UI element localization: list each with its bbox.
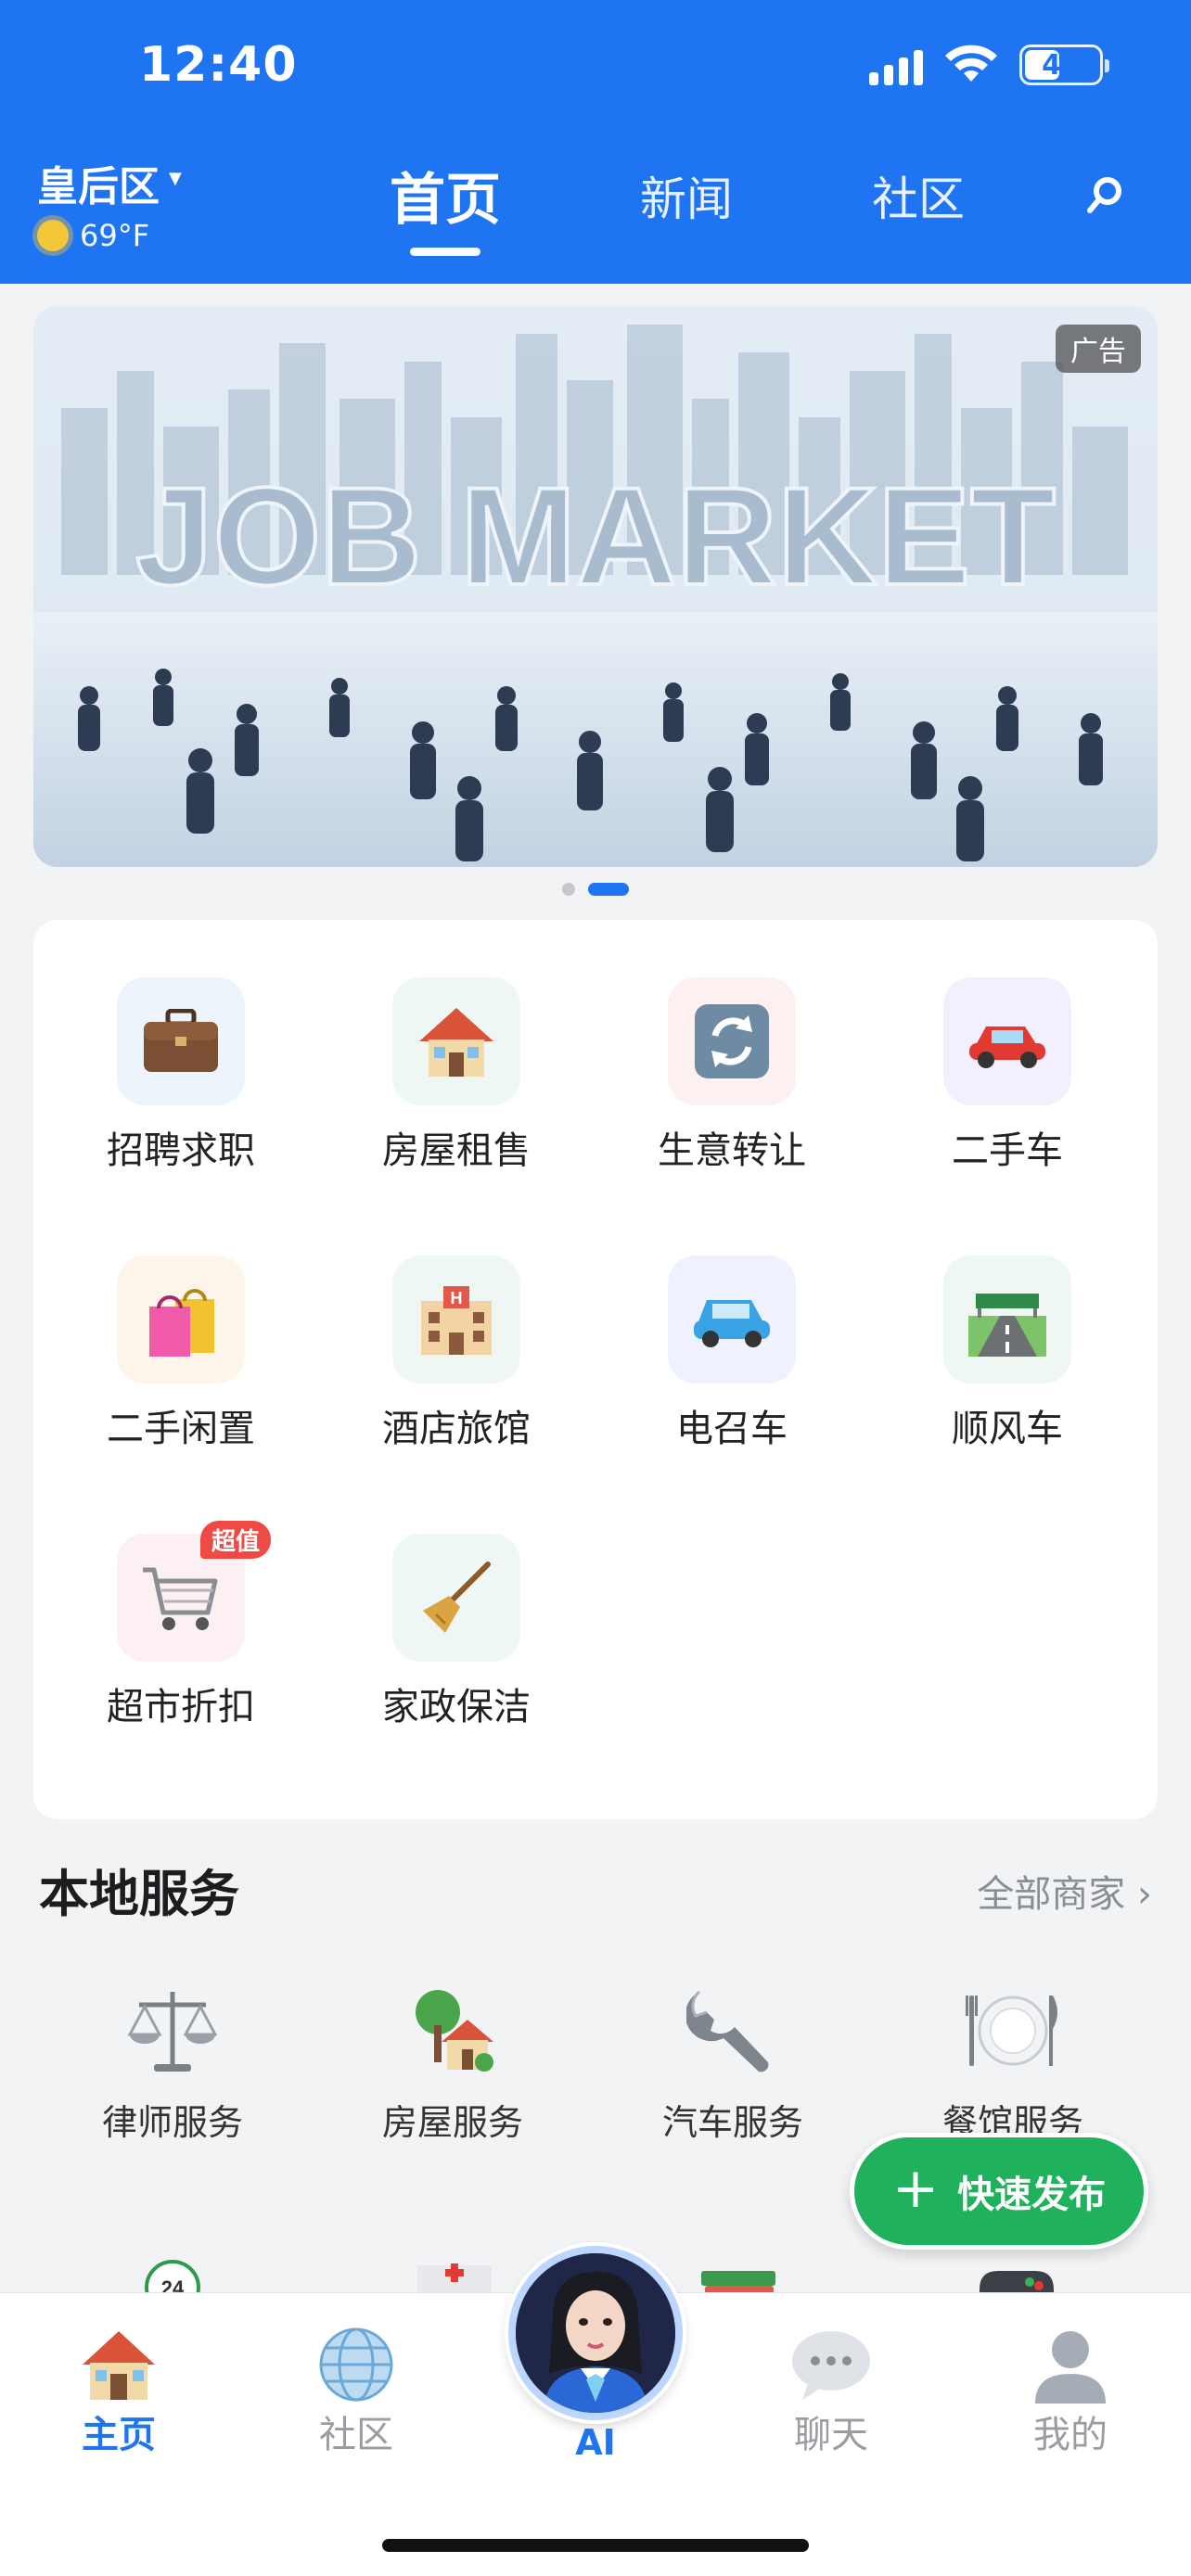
- svg-text:H: H: [451, 1289, 463, 1307]
- service-housing[interactable]: 房屋服务: [332, 1975, 573, 2145]
- status-icons: 44: [869, 45, 1109, 85]
- ad-badge: 广告: [1056, 325, 1141, 373]
- category-taxi[interactable]: 电召车: [630, 1256, 834, 1452]
- category-grid: 招聘求职 房屋租售 生意转让 二手车 二手闲置 H 酒店旅馆 电召车 顺风车 超…: [33, 920, 1158, 1819]
- house-tree-icon: [397, 1975, 508, 2086]
- category-used-cars[interactable]: 二手车: [905, 977, 1109, 1174]
- caret-down-icon: ▼: [169, 168, 182, 188]
- wrench-icon: [677, 1975, 788, 2086]
- all-merchants-link[interactable]: 全部商家 ›: [977, 1864, 1152, 1918]
- broom-icon: [392, 1534, 520, 1662]
- house-icon: [392, 977, 520, 1105]
- service-restaurant[interactable]: 餐馆服务: [892, 1975, 1133, 2145]
- scales-icon: [117, 1975, 228, 2086]
- ai-assistant-button[interactable]: [508, 2246, 683, 2420]
- shopping-bags-icon: [117, 1256, 245, 1384]
- ad-banner[interactable]: JOB MARKET 广告: [33, 306, 1158, 867]
- top-tabs: 首页 新闻 社区: [390, 162, 965, 256]
- plate-icon: [957, 1975, 1069, 2086]
- tab-home[interactable]: 首页: [390, 155, 501, 256]
- category-jobs[interactable]: 招聘求职: [79, 977, 283, 1174]
- nav-community[interactable]: 社区: [273, 2327, 440, 2458]
- category-business-transfer[interactable]: 生意转让: [630, 977, 834, 1174]
- status-time: 12:40: [139, 37, 298, 93]
- quick-post-label: 快速发布: [957, 2174, 1107, 2216]
- nav-profile[interactable]: 我的: [987, 2327, 1154, 2458]
- home-indicator: [382, 2539, 809, 2552]
- top-header: 12:40 44 皇后区 ▼ 69°F 首页 新闻 社区: [0, 0, 1191, 284]
- hours-24-icon: 24: [117, 2258, 228, 2295]
- ai-label: AI: [575, 2422, 616, 2463]
- search-icon[interactable]: [1083, 174, 1126, 217]
- category-carpool[interactable]: 顺风车: [905, 1256, 1109, 1452]
- signal-icon: [869, 45, 923, 85]
- hotel-icon: H: [392, 1256, 520, 1384]
- tab-community[interactable]: 社区: [872, 162, 965, 236]
- taxi-icon: [668, 1256, 796, 1384]
- plus-icon: +: [891, 2156, 940, 2221]
- nav-chat[interactable]: 聊天: [748, 2327, 915, 2458]
- category-supermarket[interactable]: 超值 超市折扣: [79, 1521, 283, 1730]
- local-services-title: 本地服务: [39, 1865, 239, 1923]
- ai-avatar-icon: [516, 2253, 675, 2413]
- page-dot[interactable]: [562, 883, 575, 896]
- gamepad-icon: [961, 2258, 1072, 2295]
- books-icon: [681, 2258, 792, 2295]
- chat-icon: [789, 2327, 873, 2403]
- sun-icon: [37, 220, 69, 251]
- weather-temp: 69°F: [80, 218, 150, 253]
- briefcase-icon: [117, 977, 245, 1105]
- cart-icon: 超值: [117, 1521, 271, 1662]
- quick-post-button[interactable]: + 快速发布: [850, 2133, 1148, 2250]
- category-housekeeping[interactable]: 家政保洁: [354, 1534, 558, 1730]
- category-housing[interactable]: 房屋租售: [354, 977, 558, 1174]
- transfer-icon: [668, 977, 796, 1105]
- car-icon: [943, 977, 1071, 1105]
- service-lawyer[interactable]: 律师服务: [52, 1975, 293, 2145]
- tab-news[interactable]: 新闻: [640, 162, 733, 236]
- category-hotels[interactable]: H 酒店旅馆: [354, 1256, 558, 1452]
- category-second-hand[interactable]: 二手闲置: [79, 1256, 283, 1452]
- page-dot-active[interactable]: [588, 883, 629, 896]
- active-tab-indicator: [410, 248, 480, 256]
- hospital-icon: [399, 2258, 510, 2295]
- nav-home[interactable]: 主页: [35, 2327, 202, 2458]
- banner-headline: JOB MARKET: [135, 458, 1056, 614]
- wifi-icon: [945, 45, 997, 82]
- globe-icon: [314, 2327, 398, 2403]
- highway-icon: [943, 1256, 1071, 1384]
- profile-icon: [1029, 2327, 1112, 2404]
- value-badge: 超值: [199, 1521, 271, 1559]
- battery-icon: 44: [1019, 45, 1109, 85]
- home-icon: [77, 2327, 160, 2403]
- battery-level: 44: [1042, 48, 1081, 82]
- banner-pagination: [562, 883, 629, 896]
- service-auto[interactable]: 汽车服务: [612, 1975, 853, 2145]
- location-selector[interactable]: 皇后区 ▼ 69°F: [37, 153, 182, 253]
- job-market-illustration: JOB MARKET: [33, 306, 1158, 867]
- location-name: 皇后区: [37, 163, 160, 210]
